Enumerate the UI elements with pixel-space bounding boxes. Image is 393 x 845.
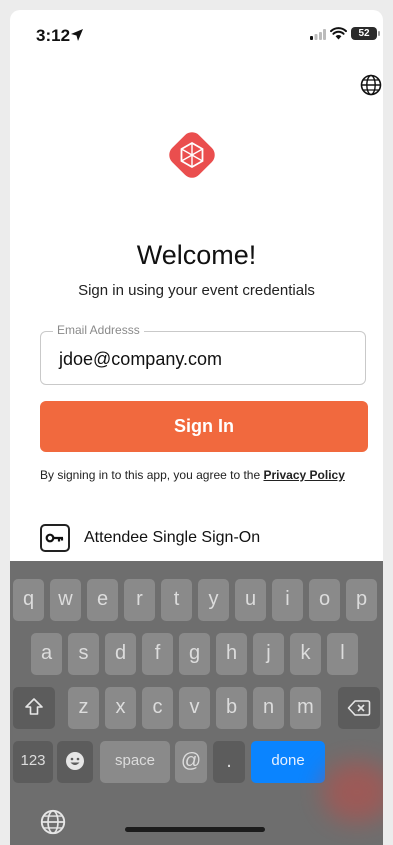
terms-text: By signing in to this app, you agree to … (40, 468, 264, 482)
delete-key[interactable] (338, 687, 380, 729)
key-w[interactable]: w (50, 579, 81, 621)
key-f[interactable]: f (142, 633, 173, 675)
key-d[interactable]: d (105, 633, 136, 675)
numbers-key[interactable]: 123 (13, 741, 53, 783)
done-key[interactable]: done (251, 741, 325, 783)
location-arrow-icon (71, 29, 83, 41)
key-j[interactable]: j (253, 633, 284, 675)
key-q[interactable]: q (13, 579, 44, 621)
shift-key[interactable] (13, 687, 55, 729)
wifi-icon (330, 27, 347, 40)
key-i[interactable]: i (272, 579, 303, 621)
sso-label: Attendee Single Sign-On (84, 529, 261, 546)
key-m[interactable]: m (290, 687, 321, 729)
terms-notice: By signing in to this app, you agree to … (40, 468, 350, 483)
status-time: 3:12 (36, 26, 71, 45)
privacy-policy-link[interactable]: Privacy Policy (263, 468, 344, 482)
sign-in-button[interactable]: Sign In (40, 401, 368, 452)
key-e[interactable]: e (87, 579, 118, 621)
signal-icon (310, 29, 326, 40)
key-o[interactable]: o (309, 579, 340, 621)
battery-icon: 52 (351, 27, 377, 40)
key-z[interactable]: z (68, 687, 99, 729)
key-c[interactable]: c (142, 687, 173, 729)
key-a[interactable]: a (31, 633, 62, 675)
key-v[interactable]: v (179, 687, 210, 729)
key-y[interactable]: y (198, 579, 229, 621)
background-blur (322, 762, 383, 822)
email-field-label: Email Addresss (53, 323, 144, 337)
key-g[interactable]: g (179, 633, 210, 675)
key-p[interactable]: p (346, 579, 377, 621)
battery-level: 52 (358, 28, 370, 39)
key-s[interactable]: s (68, 633, 99, 675)
key-t[interactable]: t (161, 579, 192, 621)
home-indicator (125, 827, 265, 832)
keyboard-globe-icon[interactable] (40, 809, 66, 835)
email-field-value[interactable]: jdoe@company.com (59, 349, 222, 370)
key-n[interactable]: n (253, 687, 284, 729)
emoji-key[interactable] (57, 741, 93, 783)
emoji-icon (66, 752, 84, 770)
key-icon (40, 524, 70, 552)
key-u[interactable]: u (235, 579, 266, 621)
app-logo-icon (169, 132, 215, 178)
key-r[interactable]: r (124, 579, 155, 621)
status-bar: 3:12 52 (10, 10, 383, 58)
sso-button[interactable]: Attendee Single Sign-On (40, 524, 340, 554)
space-key[interactable]: space (100, 741, 170, 783)
key-b[interactable]: b (216, 687, 247, 729)
email-field[interactable]: Email Addresss jdoe@company.com (40, 323, 366, 385)
dot-key[interactable]: . (213, 741, 245, 783)
key-h[interactable]: h (216, 633, 247, 675)
battery-tip (378, 31, 380, 36)
key-l[interactable]: l (327, 633, 358, 675)
key-k[interactable]: k (290, 633, 321, 675)
key-x[interactable]: x (105, 687, 136, 729)
welcome-title: Welcome! (136, 240, 257, 270)
login-screen: 3:12 52 Welcome! Sign in using your even… (10, 10, 383, 845)
at-key[interactable]: @ (175, 741, 207, 783)
shift-icon (25, 698, 43, 715)
globe-icon[interactable] (360, 74, 382, 96)
welcome-subtitle: Sign in using your event credentials (78, 282, 315, 299)
delete-icon (347, 700, 371, 716)
